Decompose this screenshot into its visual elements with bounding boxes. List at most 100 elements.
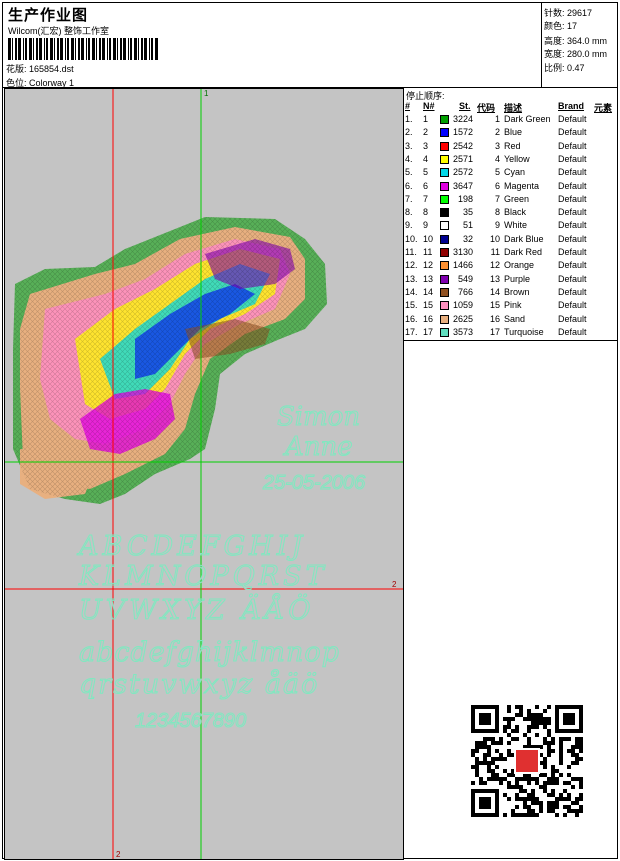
qr-module bbox=[571, 749, 575, 753]
qr-module bbox=[511, 729, 515, 733]
design-file-value: 165854.dst bbox=[29, 64, 74, 74]
table-row[interactable]: 17. 17 3573 17 Turquoise Default bbox=[404, 327, 618, 340]
row-index: 3. bbox=[405, 140, 413, 151]
color-swatch bbox=[440, 154, 449, 164]
color-swatch bbox=[440, 141, 449, 151]
row-index: 9. bbox=[405, 220, 413, 231]
table-row[interactable]: 7. 7 198 7 Green Default bbox=[404, 194, 618, 207]
row-needle: 17 bbox=[423, 326, 434, 337]
table-row[interactable]: 1. 1 3224 1 Dark Green Default bbox=[404, 114, 618, 127]
qr-module bbox=[559, 793, 563, 797]
barcode-bar bbox=[107, 38, 108, 60]
barcode-bar bbox=[39, 38, 42, 60]
table-row[interactable]: 12. 12 1466 12 Orange Default bbox=[404, 260, 618, 273]
qr-module bbox=[515, 805, 519, 809]
qr-module bbox=[487, 737, 491, 741]
lettering-digits: 1234567890 bbox=[135, 710, 246, 732]
qr-module bbox=[579, 757, 583, 761]
row-index: 14. bbox=[405, 286, 418, 297]
qr-finder-pattern bbox=[479, 713, 491, 725]
barcode-bar bbox=[65, 38, 66, 60]
qr-module bbox=[487, 777, 491, 781]
qr-module bbox=[551, 781, 555, 785]
lettering-alphabet-1: ABCDEFGHIJ bbox=[76, 531, 306, 562]
qr-module bbox=[519, 813, 523, 817]
qr-module bbox=[547, 805, 551, 809]
qr-module bbox=[579, 741, 583, 745]
qr-module bbox=[507, 725, 511, 729]
row-brand: Default bbox=[558, 153, 587, 164]
qr-module bbox=[579, 793, 583, 797]
row-description: Red bbox=[504, 140, 521, 151]
barcode-bar bbox=[123, 38, 126, 60]
qr-module bbox=[559, 761, 563, 765]
table-row[interactable]: 13. 13 549 13 Purple Default bbox=[404, 274, 618, 287]
barcode-bar bbox=[96, 38, 97, 60]
qr-module bbox=[511, 717, 515, 721]
table-row[interactable]: 10. 10 32 10 Dark Blue Default bbox=[404, 234, 618, 247]
table-row[interactable]: 5. 5 2572 5 Cyan Default bbox=[404, 167, 618, 180]
qr-module bbox=[479, 781, 483, 785]
qr-module bbox=[547, 777, 551, 781]
barcode-bar bbox=[109, 38, 111, 60]
row-description: Blue bbox=[504, 127, 523, 138]
qr-module bbox=[503, 777, 507, 781]
table-row[interactable]: 8. 8 35 8 Black Default bbox=[404, 207, 618, 220]
stats-panel: 针数: 29617 颜色: 17 高度: 364.0 mm 宽度: 280.0 … bbox=[541, 2, 618, 88]
table-row[interactable]: 3. 3 2542 3 Red Default bbox=[404, 141, 618, 154]
qr-module bbox=[483, 781, 487, 785]
row-stitches: 766 bbox=[457, 286, 473, 297]
qr-module bbox=[547, 749, 551, 753]
row-needle: 15 bbox=[423, 300, 434, 311]
qr-module bbox=[539, 809, 543, 813]
row-description: Dark Green bbox=[504, 114, 551, 124]
lettering-date: 25-05-2006 bbox=[262, 472, 366, 494]
qr-module bbox=[507, 705, 511, 709]
barcode-bar bbox=[75, 38, 76, 60]
row-stitches: 1466 bbox=[452, 260, 473, 271]
qr-module bbox=[527, 741, 531, 745]
table-row[interactable]: 2. 2 1572 2 Blue Default bbox=[404, 127, 618, 140]
qr-module bbox=[579, 737, 583, 741]
stat-scale: 比例: 0.47 bbox=[544, 63, 585, 73]
qr-module bbox=[551, 765, 555, 769]
barcode-bar bbox=[151, 38, 153, 60]
table-row[interactable]: 9. 9 51 9 White Default bbox=[404, 220, 618, 233]
row-brand: Default bbox=[558, 326, 587, 337]
qr-module bbox=[475, 741, 479, 745]
qr-module bbox=[531, 809, 535, 813]
col-header-num: # bbox=[405, 101, 411, 111]
row-description: Sand bbox=[504, 313, 526, 324]
barcode-bar bbox=[92, 38, 95, 60]
table-row[interactable]: 6. 6 3647 6 Magenta Default bbox=[404, 181, 618, 194]
qr-module bbox=[543, 737, 547, 741]
color-swatch bbox=[440, 327, 449, 337]
table-row[interactable]: 11. 11 3130 11 Dark Red Default bbox=[404, 247, 618, 260]
qr-module bbox=[515, 705, 519, 709]
table-row[interactable]: 16. 16 2625 16 Sand Default bbox=[404, 314, 618, 327]
row-description: Pink bbox=[504, 300, 522, 311]
table-row[interactable]: 4. 4 2571 4 Yellow Default bbox=[404, 154, 618, 167]
table-row[interactable]: 15. 15 1059 15 Pink Default bbox=[404, 300, 618, 313]
row-description: Dark Blue bbox=[504, 233, 544, 244]
barcode-bar bbox=[15, 38, 17, 60]
qr-module bbox=[551, 801, 555, 805]
barcode-bar bbox=[138, 38, 139, 60]
lettering-alphabet-5: qrstuvwxyz åäö bbox=[79, 668, 319, 700]
barcode-bar bbox=[134, 38, 137, 60]
qr-module bbox=[491, 777, 495, 781]
barcode-bar bbox=[99, 38, 101, 60]
qr-module bbox=[523, 805, 527, 809]
row-index: 17. bbox=[405, 326, 418, 337]
qr-module bbox=[491, 757, 495, 761]
table-row[interactable]: 14. 14 766 14 Brown Default bbox=[404, 287, 618, 300]
row-needle: 14 bbox=[423, 286, 434, 297]
qr-module bbox=[535, 813, 539, 817]
row-code: 12 bbox=[489, 260, 500, 271]
qr-finder-pattern bbox=[479, 797, 491, 809]
row-stitches: 2542 bbox=[452, 140, 473, 151]
design-preview-canvas[interactable]: 1 2 2 Simon Anne 25-05-2006 ABCDEFGHIJ K… bbox=[4, 88, 404, 860]
qr-module bbox=[539, 805, 543, 809]
color-swatch bbox=[440, 261, 449, 271]
qr-module bbox=[515, 737, 519, 741]
